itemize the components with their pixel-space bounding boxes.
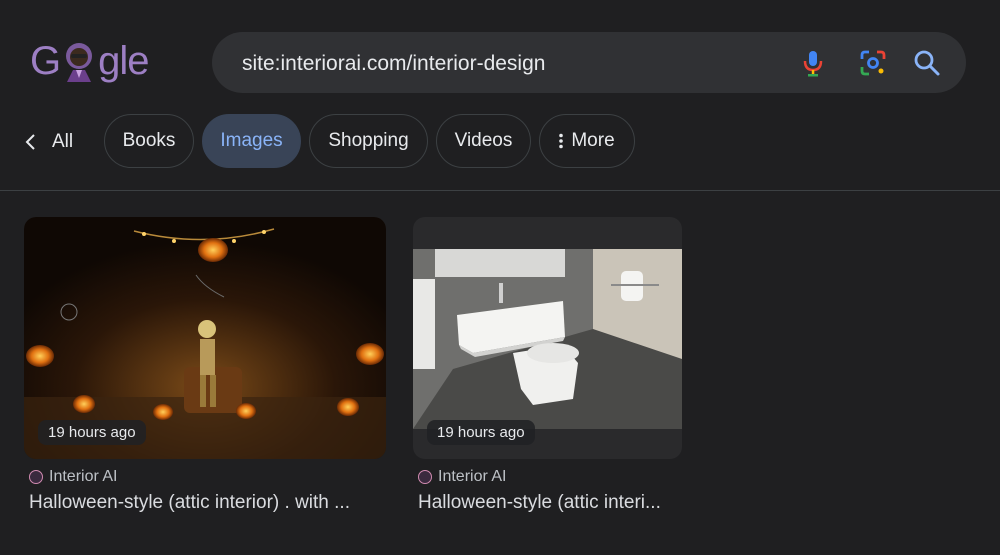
chip-all-label: All bbox=[52, 131, 74, 152]
more-vert-icon bbox=[559, 133, 564, 149]
header: G gle site:interiorai.com/interior-desig… bbox=[0, 0, 1000, 190]
bathroom-image bbox=[413, 249, 682, 429]
result-source[interactable]: Interior AI bbox=[29, 468, 117, 486]
chip-shopping[interactable]: Shopping bbox=[309, 114, 428, 168]
chip-more-label: More bbox=[571, 130, 615, 151]
time-badge: 19 hours ago bbox=[427, 420, 535, 445]
microphone-icon[interactable] bbox=[798, 48, 828, 78]
search-bar bbox=[212, 32, 966, 95]
site-favicon-icon bbox=[29, 470, 43, 484]
result-thumbnail[interactable]: 19 hours ago bbox=[413, 217, 682, 459]
search-input[interactable] bbox=[240, 32, 784, 95]
source-name: Interior AI bbox=[49, 468, 118, 485]
image-result-card[interactable]: 19 hours ago bbox=[24, 217, 386, 459]
doodle-face-icon bbox=[66, 43, 93, 82]
result-source[interactable]: Interior AI bbox=[418, 468, 506, 486]
logo-letters-gle: gle bbox=[98, 38, 149, 83]
site-favicon-icon bbox=[418, 470, 432, 484]
result-thumbnail[interactable]: 19 hours ago bbox=[24, 217, 386, 459]
search-icon[interactable] bbox=[912, 48, 942, 78]
header-divider bbox=[0, 190, 1000, 191]
time-badge: 19 hours ago bbox=[38, 420, 146, 445]
chip-images[interactable]: Images bbox=[202, 114, 301, 168]
chevron-left-icon bbox=[25, 134, 35, 150]
image-result-card[interactable]: 19 hours ago bbox=[413, 217, 682, 459]
filter-chips: All Books Images Shopping Videos More bbox=[0, 114, 1000, 170]
chip-more[interactable]: More bbox=[539, 114, 635, 168]
result-title[interactable]: Halloween-style (attic interi... bbox=[418, 492, 686, 514]
google-lens-icon[interactable] bbox=[858, 48, 888, 78]
chip-books[interactable]: Books bbox=[104, 114, 194, 168]
logo-letter-g: G bbox=[30, 38, 61, 83]
back-to-all-chip[interactable]: All bbox=[24, 126, 73, 158]
result-title[interactable]: Halloween-style (attic interior) . with … bbox=[29, 492, 389, 514]
google-doodle-logo[interactable]: G gle bbox=[30, 36, 150, 86]
source-name: Interior AI bbox=[438, 468, 507, 485]
chip-videos[interactable]: Videos bbox=[436, 114, 531, 168]
